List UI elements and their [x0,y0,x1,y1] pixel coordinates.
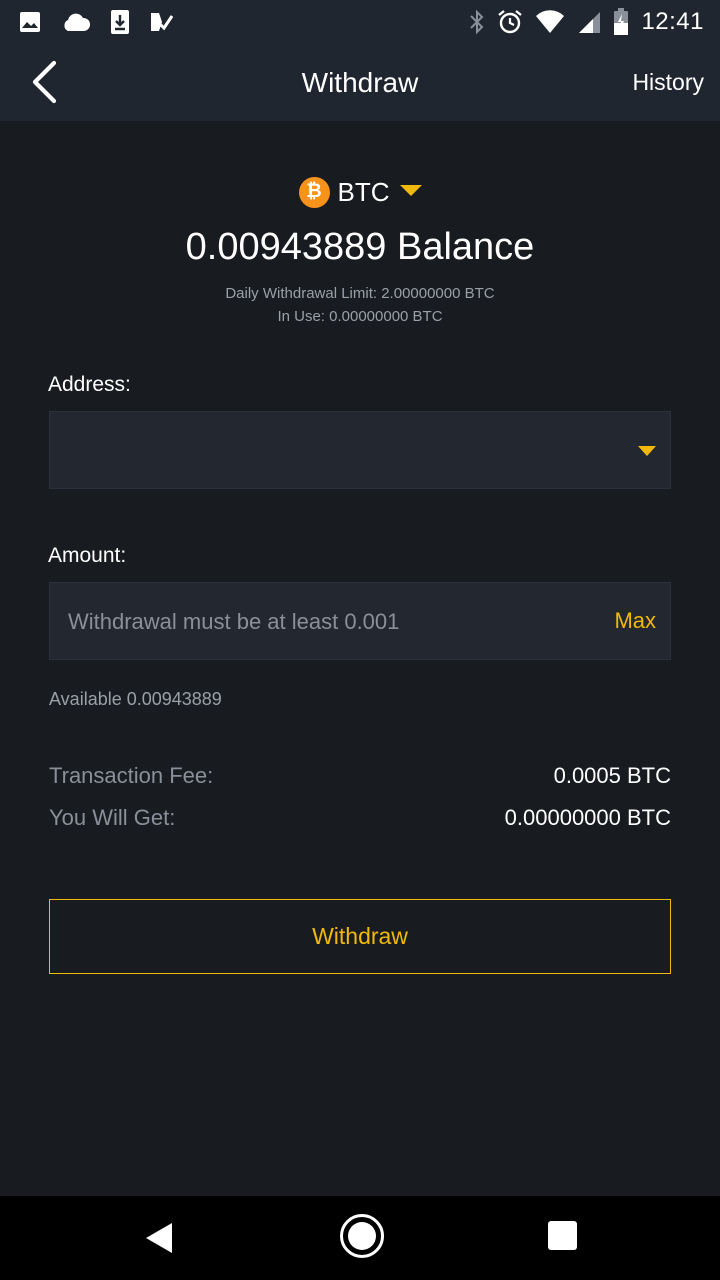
download-icon [110,9,130,35]
amount-field: Max [49,582,671,661]
daily-withdrawal-limit: Daily Withdrawal Limit: 2.00000000 BTC [225,285,495,302]
amount-label: Amount: [48,544,127,567]
you-will-get-row: You Will Get: 0.00000000 BTC [49,805,671,831]
max-button[interactable]: Max [614,583,656,659]
withdraw-screen: 12:41 Withdraw History ₿ BTC 0.00943889 … [0,0,720,1280]
transaction-fee-row: Transaction Fee: 0.0005 BTC [49,763,671,789]
address-select[interactable] [49,411,671,489]
alarm-icon [497,9,523,35]
image-icon [18,10,42,34]
transaction-fee-label: Transaction Fee: [49,763,214,788]
withdraw-button[interactable]: Withdraw [49,899,671,974]
nav-back-icon[interactable] [144,1216,174,1260]
amount-input[interactable] [66,583,570,661]
address-label: Address: [48,373,131,396]
balance-amount: 0.00943889 Balance [185,226,535,268]
navigation-bar [0,1196,720,1280]
nav-home-icon[interactable] [340,1214,384,1258]
coin-selector: ₿ BTC [0,172,720,212]
clock: 12:41 [641,8,704,35]
signal-icon [577,10,601,34]
system-icons: 12:41 [457,8,704,36]
you-will-get-value: 0.00000000 BTC [504,805,671,830]
page-title: Withdraw [301,67,419,98]
caret-down-icon[interactable] [638,446,656,456]
back-button[interactable] [22,58,66,106]
caret-down-icon [399,184,422,196]
notification-icons [18,9,192,35]
transaction-fee-value: 0.0005 BTC [553,763,671,788]
app-bar: Withdraw History [0,44,720,121]
status-bar: 12:41 [0,0,720,44]
coin-dropdown[interactable]: ₿ BTC [298,176,422,208]
limit-info: Daily Withdrawal Limit: 2.00000000 BTC I… [0,282,720,328]
task-check-icon [149,10,173,34]
history-link[interactable]: History [632,44,704,121]
you-will-get-label: You Will Get: [49,805,176,830]
bluetooth-icon [469,9,485,35]
available-balance: Available 0.00943889 [49,689,222,709]
chevron-left-icon [32,60,57,104]
cloud-icon [61,11,91,33]
bitcoin-icon: ₿ [298,176,330,208]
wifi-icon [535,10,565,34]
battery-icon [613,8,629,36]
nav-recents-icon[interactable] [548,1221,577,1250]
in-use-amount: In Use: 0.00000000 BTC [277,308,443,325]
coin-name: BTC [337,176,390,207]
